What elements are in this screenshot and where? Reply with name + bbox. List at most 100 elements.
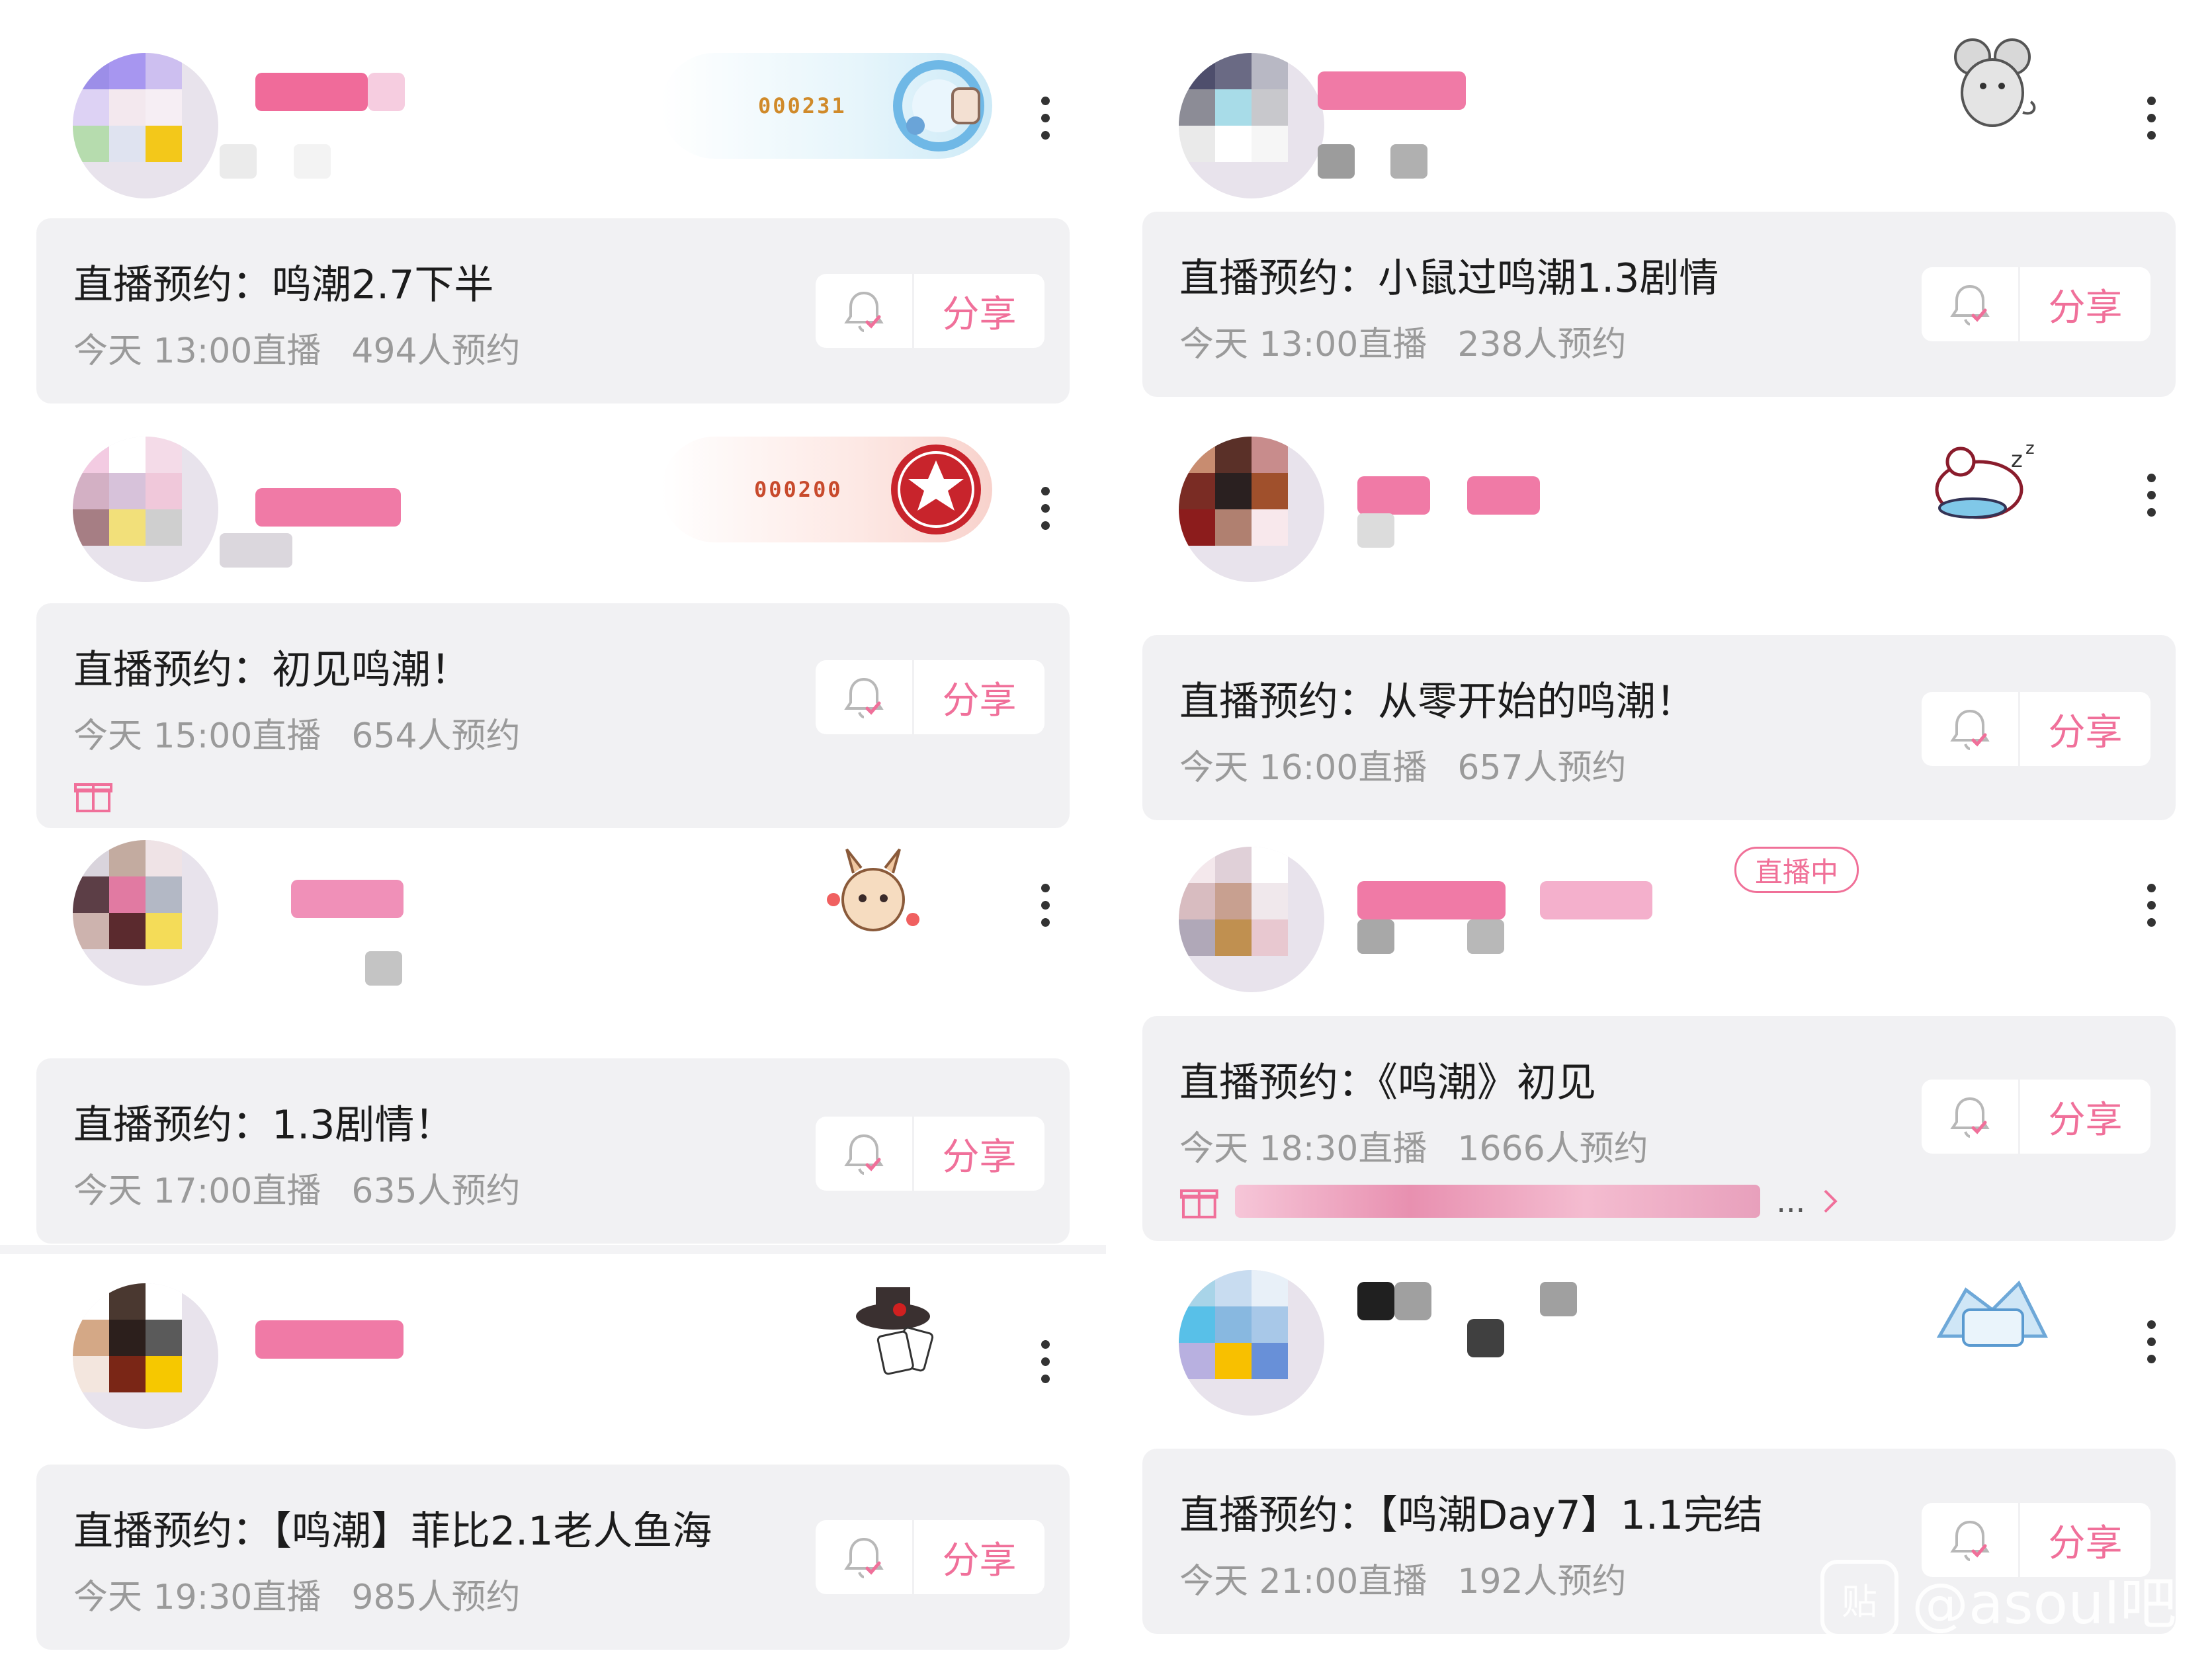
more-options-icon[interactable] [1025, 79, 1065, 159]
sleeping-mouse-sticker-icon: zz [1926, 430, 2045, 536]
reservation-title: 直播预约：【鸣潮】菲比2.1老人鱼海 [73, 1508, 712, 1554]
avatar[interactable] [73, 437, 218, 582]
live-reservation-card[interactable]: 直播预约：《鸣潮》初见 今天 18:30直播 1666人预约 分享 ... [1142, 1016, 2176, 1241]
reservation-meta: 今天 13:00直播 238人预约 [1179, 325, 1627, 364]
reservation-title: 直播预约：【鸣潮Day7】1.1完结 [1179, 1492, 1764, 1539]
reservation-actions: 分享 [816, 1117, 1044, 1191]
more-options-icon[interactable] [1025, 867, 1065, 946]
reserve-bell-button[interactable] [1922, 692, 2020, 766]
live-reservation-card[interactable]: 直播预约：小鼠过鸣潮1.3剧情 今天 13:00直播 238人预约 分享 [1142, 212, 2176, 397]
streamer-name[interactable] [1357, 881, 1506, 919]
share-button[interactable]: 分享 [2020, 1080, 2150, 1154]
streamer-name[interactable] [1357, 476, 1430, 515]
fan-medal-badge: 000231 [661, 53, 992, 159]
share-button[interactable]: 分享 [914, 274, 1044, 348]
more-options-icon[interactable] [1025, 1323, 1065, 1402]
more-options-icon[interactable] [1025, 470, 1065, 549]
reservation-meta: 今天 15:00直播 654人预约 [73, 716, 521, 756]
reserve-bell-button[interactable] [816, 274, 914, 348]
chevron-right-icon [1824, 1189, 1838, 1213]
live-reservation-card[interactable]: 直播预约：从零开始的鸣潮！ 今天 16:00直播 657人预约 分享 [1142, 635, 2176, 820]
share-button[interactable]: 分享 [2020, 692, 2150, 766]
svg-text:z: z [2025, 439, 2035, 458]
live-reservation-card[interactable]: 直播预约：【鸣潮】菲比2.1老人鱼海 今天 19:30直播 985人预约 分享 [36, 1465, 1070, 1650]
bell-check-icon [844, 1537, 884, 1578]
live-reservation-card[interactable]: 直播预约：初见鸣潮！ 今天 15:00直播 654人预约 分享 [36, 603, 1070, 828]
avatar[interactable] [1179, 53, 1324, 198]
bell-check-icon [1950, 709, 1990, 750]
streamer-header [0, 1257, 1106, 1468]
watermark-text: @asoul吧 [1912, 1571, 2177, 1637]
streamer-info [1357, 919, 1394, 954]
streamer-info [220, 144, 257, 179]
emperor-logo-sticker-icon [1926, 1263, 2059, 1369]
streamer-header: 000200 [0, 417, 1106, 628]
reservation-title: 直播预约：鸣潮2.7下半 [73, 262, 494, 308]
streamer-name[interactable] [1357, 1282, 1394, 1320]
more-options-icon[interactable] [2131, 1303, 2171, 1382]
share-button[interactable]: 分享 [914, 660, 1044, 734]
watermark: 贴 @asoul吧 [1820, 1557, 2177, 1640]
avatar[interactable] [1179, 437, 1324, 582]
reservation-meta: 今天 13:00直播 494人预约 [73, 331, 521, 371]
more-options-icon[interactable] [2131, 79, 2171, 159]
streamer-name[interactable] [291, 880, 404, 918]
share-button[interactable]: 分享 [2020, 267, 2150, 341]
more-options-icon[interactable] [2131, 456, 2171, 536]
reserve-bell-button[interactable] [1922, 267, 2020, 341]
mouse-sticker-icon [1939, 33, 2045, 139]
reservation-actions: 分享 [1922, 692, 2150, 766]
gift-icon [1179, 1189, 1218, 1218]
reservation-actions: 分享 [1922, 267, 2150, 341]
reservation-title: 直播预约：1.3剧情！ [73, 1102, 454, 1148]
streamer-info [365, 951, 402, 986]
bell-check-icon [1950, 1520, 1990, 1561]
streamer-info [1318, 144, 1355, 179]
streamer-info [220, 533, 292, 568]
streamer-info [1540, 1282, 1577, 1316]
share-button[interactable]: 分享 [914, 1117, 1044, 1191]
reservation-meta: 今天 16:00直播 657人预约 [1179, 748, 1627, 788]
reserve-bell-button[interactable] [1922, 1080, 2020, 1154]
streamer-name[interactable] [255, 1320, 404, 1359]
more-options-icon[interactable] [2131, 867, 2171, 946]
reservation-meta: 今天 19:30直播 985人预约 [73, 1578, 521, 1617]
reserve-bell-button[interactable] [816, 660, 914, 734]
gift-ellipsis: ... [1776, 1183, 1806, 1219]
reservation-title: 直播预约：从零开始的鸣潮！ [1179, 679, 1695, 725]
reservation-meta: 今天 18:30直播 1666人预约 [1179, 1129, 1648, 1169]
gift-icon [74, 783, 112, 812]
tieba-logo-icon: 贴 [1820, 1559, 1898, 1638]
gift-row[interactable] [73, 775, 113, 815]
live-reservation-card[interactable]: 直播预约：1.3剧情！ 今天 17:00直播 635人预约 分享 [36, 1058, 1070, 1244]
streamer-name[interactable] [255, 73, 368, 111]
streamer-name[interactable] [255, 488, 401, 527]
reservation-title: 直播预约：初见鸣潮！ [73, 647, 470, 693]
reservation-actions: 分享 [816, 1520, 1044, 1594]
reservation-actions: 分享 [816, 660, 1044, 734]
gift-row[interactable]: ... [1179, 1181, 1841, 1221]
bell-check-icon [844, 677, 884, 718]
bell-check-icon [844, 291, 884, 332]
avatar[interactable] [73, 840, 218, 986]
avatar[interactable] [73, 53, 218, 198]
reserve-bell-button[interactable] [816, 1520, 914, 1594]
left-column: 000231 直播预约：鸣潮2.7下半 今天 13:00直播494人预约 分享 [0, 0, 1106, 1659]
reservation-title: 直播预约：小鼠过鸣潮1.3剧情 [1179, 255, 1719, 302]
badge-emblem-icon [893, 60, 984, 151]
avatar[interactable] [1179, 1270, 1324, 1416]
reservation-actions: 分享 [1922, 1080, 2150, 1154]
share-button[interactable]: 分享 [914, 1520, 1044, 1594]
streamer-name[interactable] [1318, 71, 1466, 110]
live-status-badge: 直播中 [1734, 847, 1859, 893]
reserve-bell-button[interactable] [816, 1117, 914, 1191]
gift-text-blur [1234, 1185, 1761, 1218]
avatar[interactable] [73, 1283, 218, 1429]
streamer-header [1106, 1250, 2212, 1462]
bell-check-icon [1950, 284, 1990, 325]
deer-sticker-icon [820, 840, 926, 946]
right-column: 直播预约：小鼠过鸣潮1.3剧情 今天 13:00直播 238人预约 分享 z z… [1106, 0, 2212, 1659]
live-reservation-card[interactable]: 直播预约：鸣潮2.7下半 今天 13:00直播 494人预约 分享 [36, 218, 1070, 404]
reservation-title: 直播预约：《鸣潮》初见 [1179, 1060, 1596, 1106]
avatar[interactable] [1179, 847, 1324, 992]
